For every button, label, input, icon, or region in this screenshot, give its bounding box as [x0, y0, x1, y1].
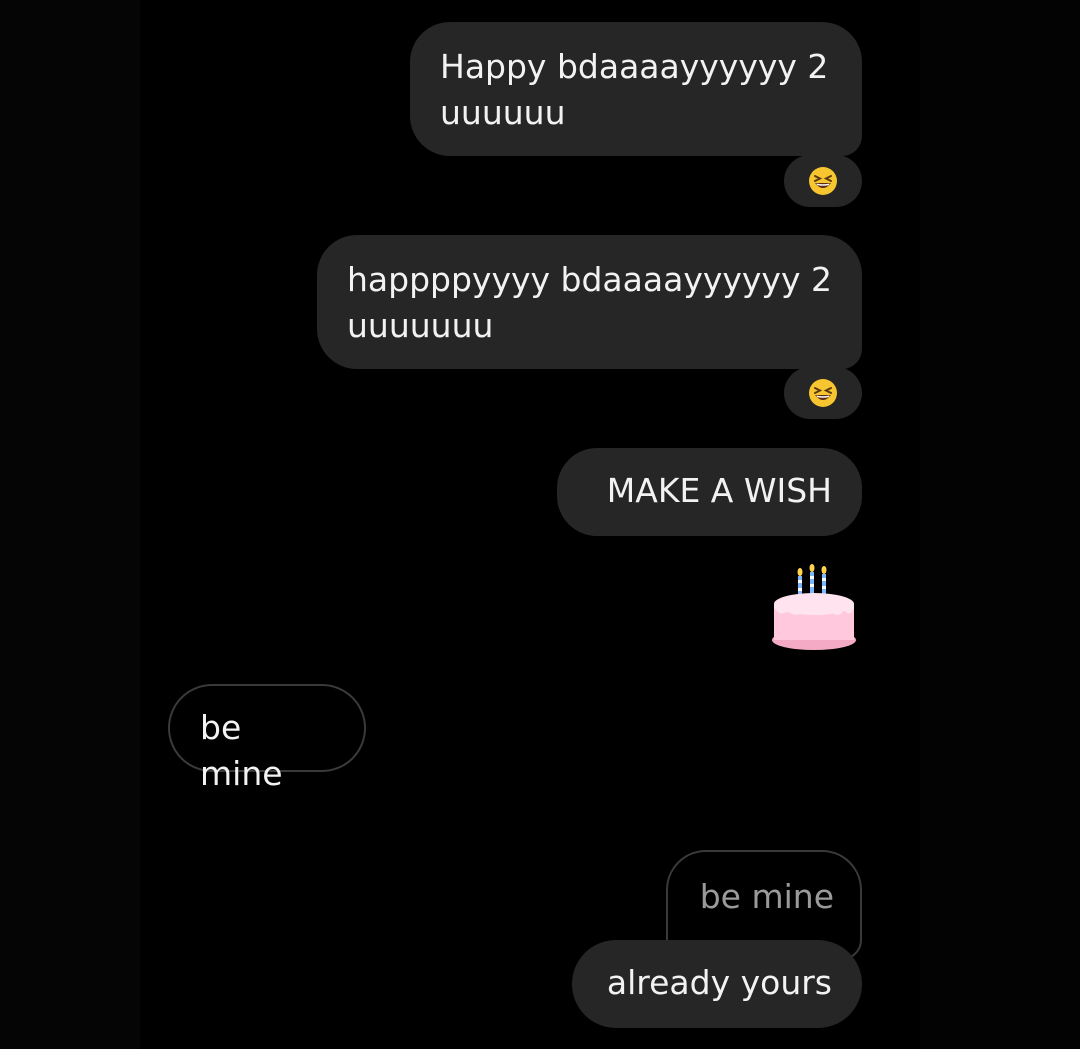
reply-message-bubble[interactable]: already yours [572, 940, 862, 1028]
incoming-message-bubble[interactable]: be mine [168, 684, 366, 793]
message-text: Happy bdaaaayyyyyy 2 uuuuuu [440, 47, 829, 132]
birthday-cake-icon[interactable] [768, 562, 860, 654]
quoted-text: be mine [699, 877, 834, 916]
message-text: MAKE A WISH [606, 471, 832, 510]
grinning-squinting-face-icon [809, 167, 837, 195]
message-text: already yours [606, 963, 832, 1002]
message-bubble[interactable]: Happy bdaaaayyyyyy 2 uuuuuu [410, 22, 862, 156]
left-shadow [0, 0, 140, 1049]
message-reaction[interactable] [784, 367, 862, 419]
right-shadow [920, 0, 1080, 1049]
message-text: be mine [200, 708, 283, 793]
message-reaction[interactable] [784, 155, 862, 207]
message-bubble[interactable]: MAKE A WISH [557, 448, 862, 536]
message-bubble[interactable]: happppyyyy bdaaaayyyyyy 2 uuuuuuu [317, 235, 862, 369]
grinning-squinting-face-icon [809, 379, 837, 407]
message-text: happppyyyy bdaaaayyyyyy 2 uuuuuuu [347, 260, 832, 345]
